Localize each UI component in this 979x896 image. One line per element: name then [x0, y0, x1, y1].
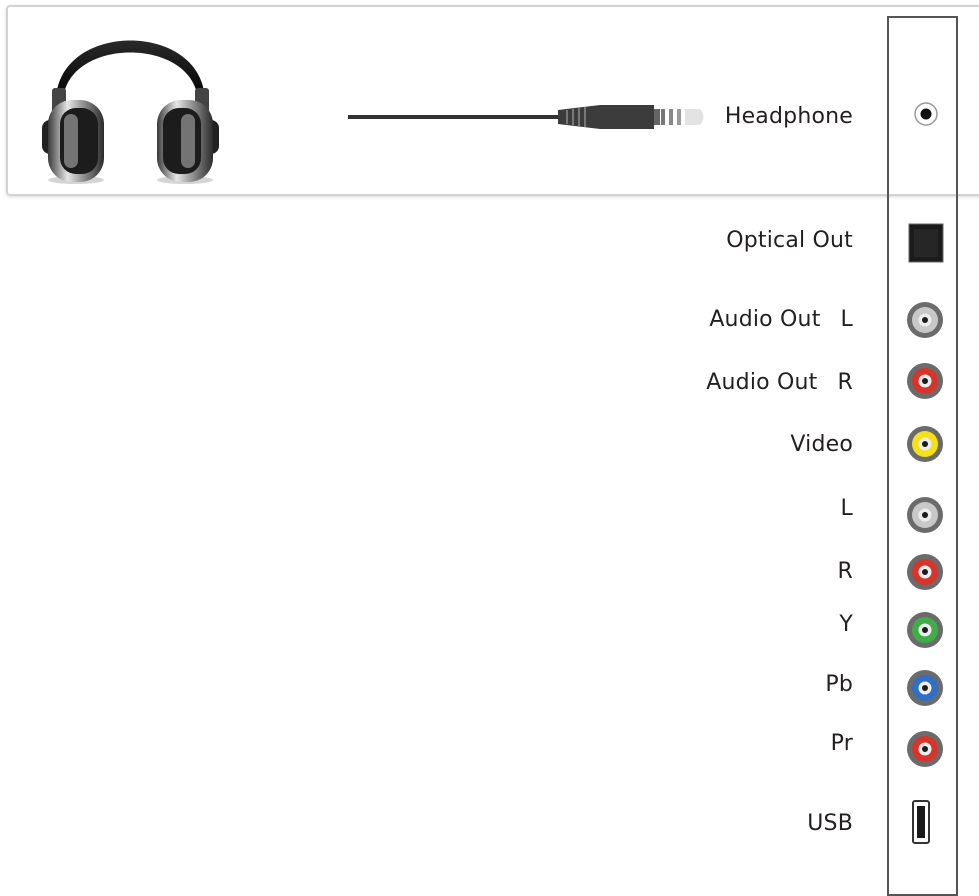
component-y-label: Y [839, 612, 853, 637]
headphone-plug-icon [348, 105, 704, 129]
audio-out-r-port [907, 363, 943, 399]
component-pb-port [907, 670, 943, 706]
component-r-port [907, 554, 943, 590]
headphones-icon [42, 40, 219, 184]
component-l-label: L [840, 496, 853, 521]
component-pb-label: Pb [825, 672, 853, 697]
video-port [907, 426, 943, 462]
component-pr-label: Pr [830, 731, 853, 756]
video-label: Video [790, 432, 853, 457]
component-r-label: R [837, 559, 853, 584]
optical-out-port [908, 223, 944, 263]
component-l-port [907, 497, 943, 533]
audio-out-l-port [907, 302, 943, 338]
headphone-label: Headphone [724, 104, 853, 129]
component-y-port [907, 612, 943, 648]
audio-out-l-label: Audio Out L [709, 307, 853, 332]
headphone-jack [914, 102, 938, 126]
usb-label: USB [807, 811, 853, 836]
usb-port [912, 800, 930, 844]
optical-out-label: Optical Out [726, 228, 853, 253]
component-pr-port [907, 731, 943, 767]
audio-out-r-label: Audio Out R [706, 370, 853, 395]
